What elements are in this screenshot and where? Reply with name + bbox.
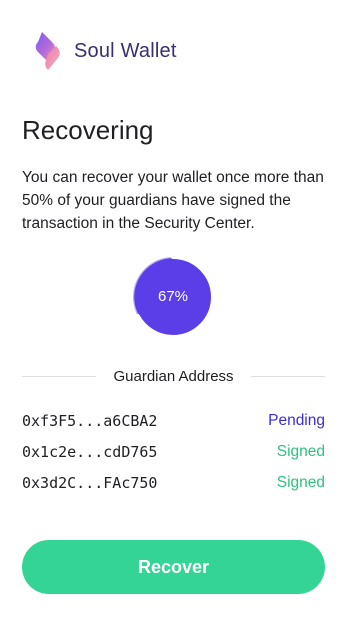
divider-left: [22, 375, 97, 377]
brand-name: Soul Wallet: [74, 39, 177, 62]
guardian-status-pending: Pending: [268, 411, 325, 429]
soul-wallet-logo-icon: [35, 32, 60, 70]
app-header: Soul Wallet: [34, 30, 177, 72]
guardian-status-signed: Signed: [276, 442, 325, 460]
guardian-address-heading: Guardian Address: [113, 367, 234, 385]
divider-right: [250, 375, 326, 377]
guardian-row: 0x1c2e...cdD765 Signed: [22, 436, 325, 467]
guardian-section-header: Guardian Address: [22, 366, 326, 386]
recovery-progress: 67%: [126, 250, 220, 344]
guardian-row: 0xf3F5...a6CBA2 Pending: [22, 405, 325, 436]
guardian-list: 0xf3F5...a6CBA2 Pending 0x1c2e...cdD765 …: [22, 405, 325, 498]
recover-button[interactable]: Recover: [22, 540, 325, 594]
recovery-description: You can recover your wallet once more th…: [22, 169, 324, 232]
guardian-address: 0x3d2C...FAc750: [22, 473, 158, 492]
guardian-address: 0xf3F5...a6CBA2: [22, 411, 158, 430]
guardian-row: 0x3d2C...FAc750 Signed: [22, 467, 325, 498]
progress-percentage: 67%: [157, 288, 189, 305]
guardian-address: 0x1c2e...cdD765: [22, 442, 158, 461]
page-title: Recovering: [22, 115, 154, 145]
guardian-status-signed: Signed: [276, 473, 325, 491]
